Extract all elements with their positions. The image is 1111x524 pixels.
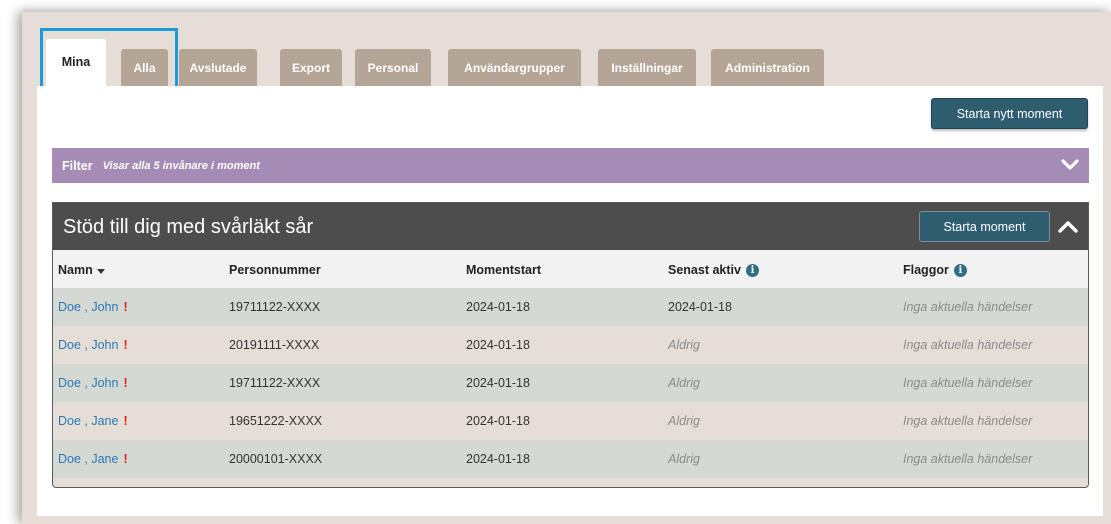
column-label: Namn [58,263,93,277]
flaggor-cell: Inga aktuella händelser [903,414,1033,428]
personnummer-cell: 19711122-XXXX [229,376,321,390]
tab-administration[interactable]: Administration [711,49,824,86]
column-header-momentstart: Momentstart [466,263,541,277]
senast-aktiv-cell: 2024-01-18 [668,300,732,314]
column-header-senast-aktiv: Senast aktiv i [668,263,759,277]
momentstart-cell: 2024-01-18 [466,338,530,352]
momentstart-cell: 2024-01-18 [466,452,530,466]
column-header-namn[interactable]: Namn [58,263,105,277]
exclamation-icon: ! [123,452,128,466]
table-row: Doe , John! 19711122-XXXX 2024-01-18 Ald… [53,364,1088,402]
senast-aktiv-cell: Aldrig [668,414,700,428]
column-label: Senast aktiv [668,263,741,277]
senast-aktiv-cell: Aldrig [668,376,700,390]
senast-aktiv-cell: Aldrig [668,452,700,466]
senast-aktiv-cell: Aldrig [668,338,700,352]
start-new-moment-button[interactable]: Starta nytt moment [931,98,1088,129]
start-moment-button[interactable]: Starta moment [919,211,1050,242]
sort-down-icon [96,269,105,274]
table-row: Doe , Jane! 19651222-XXXX 2024-01-18 Ald… [53,402,1088,440]
momentstart-cell: 2024-01-18 [466,300,530,314]
momentstart-cell: 2024-01-18 [466,414,530,428]
table-row: Doe , John! 19711122-XXXX 2024-01-18 202… [53,288,1088,326]
tab-anvandargrupper[interactable]: Användargrupper [448,49,581,86]
moment-panel: Stöd till dig med svårläkt sår Starta mo… [52,202,1089,488]
main-content: Starta nytt moment Filter Visar alla 5 i… [37,86,1103,516]
table-row: Doe , Jane! 20000101-XXXX 2024-01-18 Ald… [53,440,1088,478]
filter-bar[interactable]: Filter Visar alla 5 invånare i moment [52,148,1089,183]
flaggor-cell: Inga aktuella händelser [903,338,1033,352]
exclamation-icon: ! [123,338,128,352]
tab-personal[interactable]: Personal [355,49,431,86]
filter-title: Filter [62,158,93,173]
patient-name-link[interactable]: Doe , John [58,300,118,314]
column-label: Flaggor [903,263,949,277]
chevron-up-icon[interactable] [1058,218,1078,236]
personnummer-cell: 19711122-XXXX [229,300,321,314]
patient-name-link[interactable]: Doe , Jane [58,452,118,466]
tab-export[interactable]: Export [280,49,342,86]
info-icon[interactable]: i [953,263,967,277]
filter-summary: Visar alla 5 invånare i moment [102,159,260,172]
patient-name-link[interactable]: Doe , John [58,376,118,390]
exclamation-icon: ! [123,300,128,314]
panel-title: Stöd till dig med svårläkt sår [63,216,314,238]
column-label: Personnummer [229,263,321,277]
column-label: Momentstart [466,263,542,277]
exclamation-icon: ! [123,376,128,390]
tab-mina[interactable]: Mina [46,39,106,86]
column-header-personnummer: Personnummer [229,263,321,277]
table-row: Doe , John! 20191111-XXXX 2024-01-18 Ald… [53,326,1088,364]
tab-avslutade[interactable]: Avslutade [179,49,257,86]
patient-name-link[interactable]: Doe , John [58,338,118,352]
info-icon[interactable]: i [745,263,759,277]
chevron-down-icon[interactable] [1061,157,1079,173]
patient-name-link[interactable]: Doe , Jane [58,414,118,428]
table-header: Namn Personnummer Momentstart Senast akt… [53,250,1088,288]
momentstart-cell: 2024-01-18 [466,376,530,390]
flaggor-cell: Inga aktuella händelser [903,452,1033,466]
tab-installningar[interactable]: Inställningar [598,49,696,86]
panel-header: Stöd till dig med svårläkt sår Starta mo… [53,203,1088,250]
exclamation-icon: ! [123,414,128,428]
personnummer-cell: 19651222-XXXX [229,414,323,428]
flaggor-cell: Inga aktuella händelser [903,376,1033,390]
flaggor-cell: Inga aktuella händelser [903,300,1033,314]
personnummer-cell: 20191111-XXXX [229,338,320,352]
personnummer-cell: 20000101-XXXX [229,452,323,466]
column-header-flaggor: Flaggor i [903,263,967,277]
tab-alla[interactable]: Alla [121,49,168,86]
